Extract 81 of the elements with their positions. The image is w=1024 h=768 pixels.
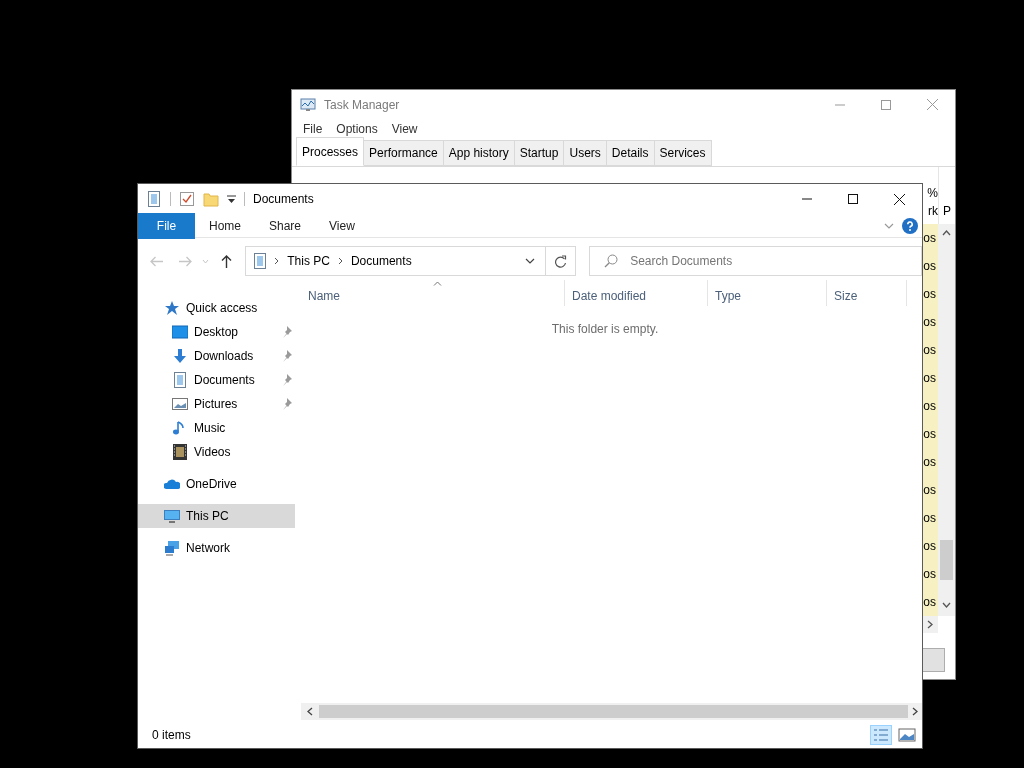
scrollbar-thumb[interactable] xyxy=(940,540,953,580)
scroll-left-icon xyxy=(307,707,313,716)
scroll-up-icon xyxy=(942,230,951,236)
sort-ascending-icon xyxy=(432,281,442,286)
column-header[interactable]: Type xyxy=(708,280,827,306)
scrollbar[interactable] xyxy=(938,224,955,616)
ribbon-tab[interactable]: Home xyxy=(195,212,255,239)
film-icon xyxy=(172,444,188,460)
nav-item[interactable]: Music xyxy=(138,416,295,440)
nav-item[interactable]: Quick access xyxy=(138,296,295,320)
expand-ribbon-icon[interactable] xyxy=(884,222,894,229)
column-header[interactable]: Name xyxy=(301,280,565,306)
column-header-fragment[interactable]: P xyxy=(943,202,951,220)
scroll-down-icon xyxy=(942,602,951,608)
tab[interactable]: Users xyxy=(564,140,607,166)
file-menu-button[interactable]: File xyxy=(138,212,195,239)
recent-locations-icon[interactable] xyxy=(202,258,209,264)
tab[interactable]: Services xyxy=(654,140,712,166)
item-count: 0 items xyxy=(152,726,191,744)
folder-icon[interactable] xyxy=(203,191,219,207)
empty-folder-message: This folder is empty. xyxy=(550,321,660,338)
ribbon-tab[interactable]: View xyxy=(315,212,369,239)
tab[interactable]: Performance xyxy=(364,140,444,166)
details-view-icon[interactable] xyxy=(870,724,892,745)
nav-item[interactable]: OneDrive xyxy=(138,472,295,496)
chevron-icon xyxy=(337,257,343,265)
close-icon xyxy=(926,99,938,110)
column-header[interactable]: Date modified xyxy=(565,280,708,306)
forward-arrow-icon[interactable] xyxy=(179,255,192,267)
scroll-right-icon xyxy=(912,707,918,716)
properties-icon[interactable] xyxy=(179,191,195,207)
window-title: Documents xyxy=(253,191,314,208)
document-icon xyxy=(172,372,188,388)
search-icon xyxy=(604,254,619,268)
column-header[interactable]: Size xyxy=(827,280,907,306)
dropdown-icon[interactable] xyxy=(524,258,535,264)
column-header-fragment[interactable]: % xyxy=(927,184,938,202)
tab[interactable]: Processes xyxy=(296,137,365,166)
document-icon[interactable] xyxy=(146,191,162,207)
scrollbar-thumb[interactable] xyxy=(319,705,908,718)
nav-item[interactable]: Pictures xyxy=(138,392,295,416)
download-arrow-icon xyxy=(172,348,188,364)
tab[interactable]: Startup xyxy=(514,140,565,166)
tab[interactable]: App history xyxy=(443,140,515,166)
column-header-fragment[interactable]: rk xyxy=(928,202,938,220)
maximize-icon xyxy=(881,99,891,110)
monitor-icon xyxy=(164,508,180,524)
refresh-icon xyxy=(553,254,567,268)
menu-item[interactable]: File xyxy=(296,120,330,138)
maximize-icon xyxy=(848,194,858,204)
dropdown-icon[interactable] xyxy=(227,194,236,204)
picture-icon xyxy=(172,396,188,412)
close-icon xyxy=(893,193,905,205)
ribbon-tab[interactable]: Share xyxy=(255,212,316,239)
network-icon xyxy=(164,540,180,556)
star-icon xyxy=(164,300,180,316)
address-bar[interactable]: This PC Documents xyxy=(245,246,546,276)
horizontal-scrollbar[interactable] xyxy=(301,703,922,720)
menu-item[interactable]: Options xyxy=(329,120,385,138)
help-icon[interactable] xyxy=(902,217,918,234)
search-box[interactable]: Search Documents xyxy=(589,246,922,276)
nav-item[interactable]: Videos xyxy=(138,440,295,464)
refresh-button[interactable] xyxy=(545,246,577,276)
nav-item[interactable]: Downloads xyxy=(138,344,295,368)
menu-item[interactable]: View xyxy=(384,120,425,138)
up-arrow-icon[interactable] xyxy=(221,254,232,268)
nav-item[interactable]: Network xyxy=(138,536,295,560)
document-icon xyxy=(252,253,269,269)
desktop-icon xyxy=(172,324,188,340)
back-arrow-icon[interactable] xyxy=(150,255,163,267)
nav-item[interactable]: Documents xyxy=(138,368,295,392)
nav-item[interactable]: Desktop xyxy=(138,320,295,344)
breadcrumb-item[interactable]: This PC xyxy=(279,252,338,270)
breadcrumb-item[interactable]: Documents xyxy=(342,252,420,270)
nav-item[interactable]: This PC xyxy=(138,504,295,528)
scroll-right-icon xyxy=(927,620,933,629)
end-task-button[interactable] xyxy=(922,648,945,672)
task-manager-icon xyxy=(300,96,316,113)
chevron-icon xyxy=(274,257,280,265)
window-title: Task Manager xyxy=(324,96,400,114)
tab[interactable]: Details xyxy=(606,140,655,166)
